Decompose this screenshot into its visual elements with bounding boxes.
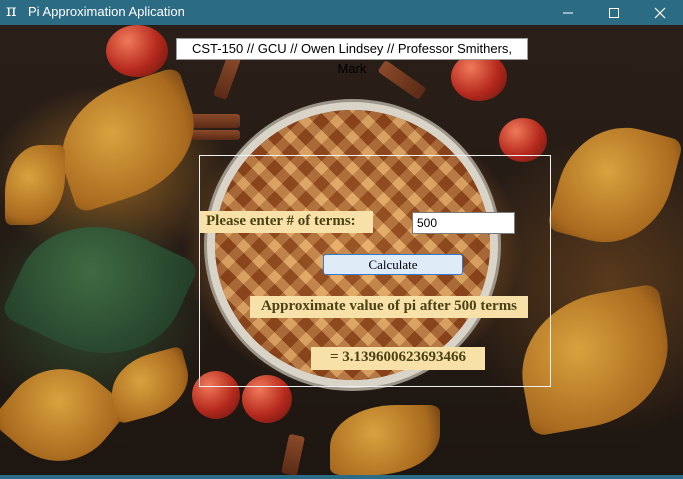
- approximation-label: Approximate value of pi after 500 terms: [250, 296, 528, 318]
- autumn-leaf-image: [44, 66, 212, 214]
- green-leaf-image: [0, 197, 200, 383]
- title-bar[interactable]: π Pi Approximation Aplication: [0, 0, 683, 25]
- close-icon: [654, 7, 666, 18]
- apple-image: [451, 53, 507, 101]
- apple-image: [106, 25, 168, 77]
- cinnamon-stick-image: [176, 114, 240, 128]
- pi-result-label: = 3.139600623693466: [311, 347, 485, 370]
- autumn-leaf-image: [103, 345, 197, 425]
- window-title: Pi Approximation Aplication: [28, 4, 185, 19]
- pi-app-icon: π: [6, 1, 17, 20]
- maximize-icon: [609, 7, 619, 18]
- autumn-leaf-image: [546, 112, 683, 258]
- app-window: π Pi Approximation Aplication CST-150 //…: [0, 0, 683, 479]
- cinnamon-stick-image: [212, 53, 242, 101]
- autumn-leaf-image: [330, 405, 440, 475]
- background-image: CST-150 // GCU // Owen Lindsey // Profes…: [0, 25, 683, 475]
- cinnamon-stick-image: [176, 130, 240, 140]
- terms-input[interactable]: [412, 212, 515, 234]
- autumn-leaf-image: [5, 145, 65, 225]
- calculate-button[interactable]: Calculate: [323, 254, 463, 275]
- autumn-leaf-image: [0, 344, 131, 475]
- minimize-icon: [563, 12, 573, 13]
- terms-prompt-label: Please enter # of terms:: [200, 211, 373, 233]
- cinnamon-stick-image: [377, 59, 427, 101]
- course-info-label: CST-150 // GCU // Owen Lindsey // Profes…: [176, 38, 528, 76]
- cinnamon-stick-image: [281, 433, 305, 475]
- close-button[interactable]: [637, 0, 683, 25]
- minimize-button[interactable]: [545, 0, 591, 25]
- window-bottom-border: [0, 475, 683, 479]
- maximize-button[interactable]: [591, 0, 637, 25]
